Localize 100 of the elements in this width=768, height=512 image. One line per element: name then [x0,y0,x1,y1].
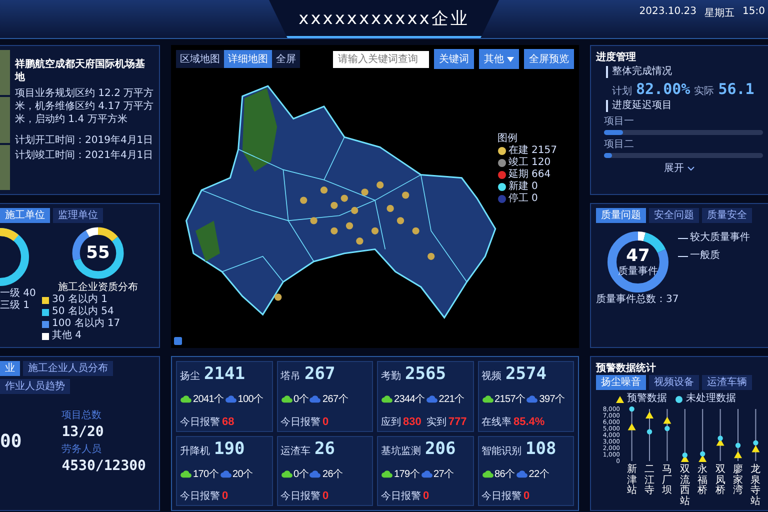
legend-count: 0 [532,193,538,205]
cloud-icon [482,395,494,404]
cloud-icon [180,470,192,478]
cloud-icon [309,395,322,404]
plan-value: 82.00% [636,80,690,98]
legend-count: 2157 [532,145,557,157]
donut-chart-drawing [0,228,29,286]
alarm-value: 0 [524,490,530,502]
data-point [735,442,741,448]
alarm-value: 0 [322,416,329,428]
search-field[interactable]: 请输入关键词查询 [333,50,429,68]
alarm-label: 今日报警 [381,490,421,503]
device-count: 2141 [204,364,245,384]
project-date: 计划竣工时间：2021年4月1日 [15,150,154,162]
alarm-label: 今日报警 [180,490,220,503]
filter-dropdown[interactable]: 其他 [479,49,519,69]
device-count: 267 [304,364,336,384]
device-name: 运渣车 [280,444,310,458]
bar-label: 项目二 [604,138,635,151]
axis-category-label: 廖家湾 [732,465,743,498]
panel-title: 预警数据统计 [596,362,657,375]
callout-label: 一般质 [690,250,720,262]
offline-count: 397个 [539,393,565,406]
cloud-icon [426,395,438,404]
offline-count: 20个 [232,468,253,481]
tab[interactable]: 业 [0,361,20,376]
legend-label: 延期 [508,169,529,180]
view-tab[interactable]: 全屏 [272,50,300,68]
stat-value: 4530/12300 [62,458,146,474]
device-count: 206 [425,438,456,458]
online-count: 86个 [494,468,515,481]
tab[interactable]: 视频设备 [649,375,699,390]
expand-button[interactable]: 展开 [661,160,698,176]
caret-icon [507,56,514,62]
alarm-label: 今日报警 [280,416,320,428]
device-count: 190 [214,438,245,458]
stat-label: 项目总数 [62,408,103,422]
legend-label: 50 名以内 54 [52,306,114,318]
search-button[interactable]: 关键词 [434,49,474,69]
device-name: 扬尘 [180,370,200,383]
actual-value: 56.1 [718,80,754,98]
tab[interactable]: 质量问题 [596,208,646,223]
legend-title: 图例 [498,133,519,144]
panel-title: 进度管理 [596,50,637,64]
online-count: 170个 [193,468,218,481]
device-count: 2565 [405,364,446,384]
tab[interactable]: 安全问题 [649,208,699,223]
legend-count: 664 [532,169,551,181]
device-name: 塔吊 [280,370,300,383]
cloud-icon [482,470,494,478]
view-tab[interactable]: 区域地图 [176,50,224,68]
donut-label: 质量事件 [618,266,658,278]
donut-value: 47 [626,246,650,266]
alarm-value: 777 [448,416,467,428]
callout-label: 较大质量事件 [690,232,750,244]
photo-placeholder [0,50,10,96]
device-name: 考勤 [381,370,401,383]
tab[interactable]: 施工单位 [0,208,50,223]
tab[interactable]: 质量安全 [702,208,752,223]
stat-value: 13/20 [62,424,105,440]
section-label: 整体完成情况 [606,66,763,78]
project-date: 计划开工时间：2019年4月1日 [15,135,154,147]
cloud-icon [516,470,528,478]
axis-category-label: 双凤桥 [715,465,726,498]
cloud-icon [381,395,393,404]
donut-chart-drawing [72,227,124,279]
axis-category-label: 马厂坝 [662,465,672,498]
legend-label: 未处理数据 [686,393,736,405]
tab[interactable]: 运渣车辆 [702,375,752,390]
offline-count: 22个 [528,468,549,481]
online-count: 2041个 [193,393,224,406]
data-point [628,423,636,430]
data-point [646,429,652,434]
offline-count: 221个 [438,393,464,406]
legend-label: 30 名以内 1 [52,294,108,306]
project-description: 项目业务规划区约 12.2 万平方米，机务维修区约 4.17 万平方米，启动约 1.4 万平方米 [15,87,154,126]
tab[interactable]: 扬尘噪音 [596,375,646,390]
alarm-label: 在线率 [482,416,512,428]
data-point [646,412,654,418]
online-count: 2157个 [494,393,526,406]
bar-label: 项目一 [604,115,635,128]
preview-button[interactable]: 全屏预览 [524,49,574,69]
donut-label: 施工企业资质分布 [58,280,138,294]
alarm-label: 今日报警 [280,490,320,503]
stat-value: 00 [0,430,22,452]
tab[interactable]: 施工企业人员分布 [23,361,113,376]
data-point [629,406,634,412]
online-count: 0个 [294,468,308,481]
actual-label: 实际 [694,84,714,98]
tab[interactable]: 监理单位 [53,208,103,223]
view-tab[interactable]: 详细地图 [224,50,272,68]
legend-label: 100 名以内 17 [52,318,120,330]
cloud-icon [309,470,322,478]
axis-category-label: 龙泉寺站 [750,465,761,507]
legend-label: 一级 40 [0,288,37,300]
legend-label: 新建 [508,181,529,193]
cloud-icon [224,395,237,404]
tab[interactable]: 作业人员趋势 [0,379,70,394]
alarm-value: 68 [222,416,234,428]
weekday-text: 星期五 [704,6,735,20]
